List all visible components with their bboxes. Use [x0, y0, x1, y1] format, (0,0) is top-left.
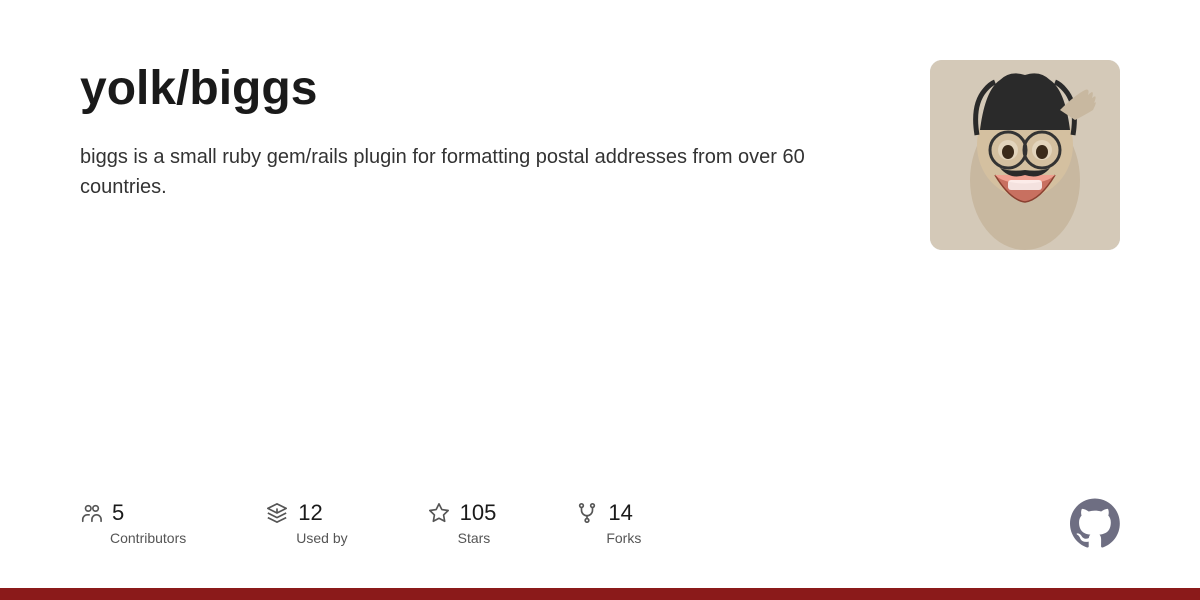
- contributors-icon: [80, 502, 102, 524]
- stats-bar: 5 Contributors 12 Used by: [80, 478, 1120, 548]
- stat-stars[interactable]: 105 Stars: [428, 500, 497, 546]
- repo-description: biggs is a small ruby gem/rails plugin f…: [80, 142, 840, 202]
- forks-count: 14: [608, 500, 632, 526]
- repo-title: yolk/biggs: [80, 60, 890, 118]
- repo-avatar: [930, 60, 1120, 250]
- main-content: yolk/biggs biggs is a small ruby gem/rai…: [0, 0, 1200, 588]
- star-icon: [428, 502, 450, 524]
- stat-contributors-top: 5: [80, 500, 124, 526]
- stat-used-by-top: 12: [266, 500, 322, 526]
- stat-forks-top: 14: [576, 500, 632, 526]
- contributors-count: 5: [112, 500, 124, 526]
- used-by-count: 12: [298, 500, 322, 526]
- package-icon: [266, 502, 288, 524]
- repo-title-section: yolk/biggs biggs is a small ruby gem/rai…: [80, 60, 890, 202]
- fork-icon: [576, 502, 598, 524]
- stat-contributors[interactable]: 5 Contributors: [80, 500, 186, 546]
- stat-used-by[interactable]: 12 Used by: [266, 500, 347, 546]
- repo-owner[interactable]: yolk/: [80, 62, 189, 115]
- github-logo-container[interactable]: [1070, 498, 1120, 548]
- stars-count: 105: [460, 500, 497, 526]
- forks-label: Forks: [606, 530, 641, 546]
- stat-stars-top: 105: [428, 500, 497, 526]
- stat-forks[interactable]: 14 Forks: [576, 500, 641, 546]
- contributors-label: Contributors: [110, 530, 186, 546]
- bottom-bar: [0, 588, 1200, 600]
- repo-header: yolk/biggs biggs is a small ruby gem/rai…: [80, 60, 1120, 250]
- repo-name[interactable]: biggs: [189, 62, 317, 115]
- stars-label: Stars: [458, 530, 491, 546]
- used-by-label: Used by: [296, 530, 347, 546]
